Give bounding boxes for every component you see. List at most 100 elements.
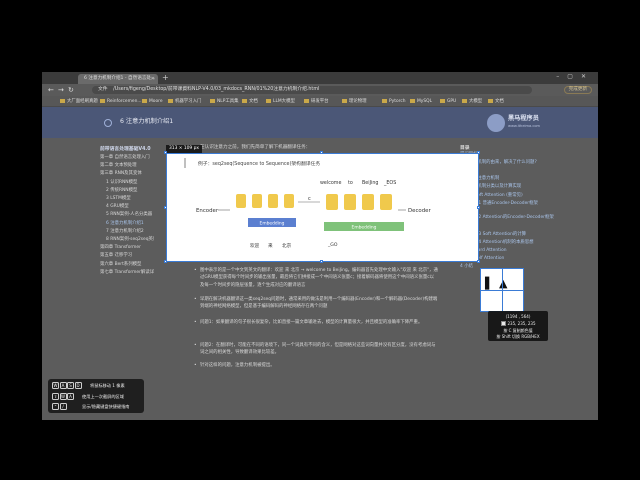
output-token: welcome: [320, 180, 341, 186]
sidebar-item[interactable]: 6 注意力机制介绍1: [106, 220, 144, 226]
decoder-cell: [344, 194, 356, 210]
sidebar-item[interactable]: 第二章 文本预处理: [100, 162, 137, 168]
page-title: 6 注意力机制介绍1: [120, 118, 174, 125]
sidebar-item[interactable]: 7 注意力机制介绍2: [106, 228, 144, 234]
bookmark-label: LLM大模型: [273, 99, 295, 104]
encoder-cell: [268, 194, 278, 208]
key-cap: A: [67, 392, 74, 400]
folder-icon: [142, 99, 147, 103]
bookmark-item[interactable]: 机器学习入门: [168, 96, 201, 107]
resize-handle-t[interactable]: [320, 151, 323, 154]
tab-title: 6 注意力机制介绍1 - 自然语言处...: [84, 76, 156, 81]
bookmark-label: 文档: [495, 99, 504, 104]
sidebar-item[interactable]: 4 GRU模型: [106, 203, 129, 209]
pixel-shift-hint: 按 Shift 切换 RGB/HEX: [496, 334, 540, 339]
toc-item[interactable]: 3 注意力机制分类以及计算实现: [460, 184, 590, 191]
bookmark-item[interactable]: 文档: [242, 96, 258, 107]
bookmark-item[interactable]: Reinforcemen...: [100, 96, 142, 107]
forward-icon[interactable]: →: [58, 84, 64, 96]
close-icon[interactable]: ✕: [151, 74, 155, 84]
output-token: to: [348, 180, 353, 186]
toc-item[interactable]: 3.2 Hard Attention: [466, 248, 590, 255]
sidebar-item[interactable]: 第五章 迁移学习: [100, 252, 132, 258]
bookmark-item[interactable]: GPU: [440, 96, 456, 107]
bookmark-item[interactable]: 理论物理: [342, 96, 367, 107]
resize-handle-b[interactable]: [320, 260, 323, 263]
toc-item[interactable]: 1 注意力机制的由来，解决了什么问题?: [460, 160, 590, 167]
key-cap: A: [59, 382, 67, 389]
shortcut-description: 显示/隐藏键盘快捷键指南: [82, 404, 130, 409]
bookmark-item[interactable]: MySQL: [410, 96, 432, 107]
toc-item[interactable]: 2 什么是注意力机制: [460, 176, 590, 183]
bookmark-item[interactable]: LLM大模型: [266, 96, 295, 107]
pixel-rgb: 235, 235, 235: [507, 321, 536, 326]
folder-icon: [210, 99, 215, 103]
sidebar-item[interactable]: 1 认识RNN模型: [106, 179, 137, 185]
content-bullet: 问题2：在翻译时，可能在不同的语境下，同一个词具有不同的含义，但是网络对这些词向…: [194, 342, 438, 357]
bookmark-item[interactable]: NLP工具集: [210, 96, 239, 107]
toc-item[interactable]: 3.1.1 普通Encoder-Decoder框架: [470, 201, 590, 208]
bookmark-item[interactable]: Pytorch: [382, 96, 406, 107]
bookmark-item[interactable]: 大模型: [462, 96, 482, 107]
new-tab-icon[interactable]: +: [162, 73, 169, 83]
window-controls[interactable]: –▢✕: [556, 73, 594, 80]
address-input[interactable]: 文件 /Users/figeng/Desktop/前带课資料NLP-V4.0/0…: [92, 86, 532, 94]
resize-handle-tl[interactable]: [164, 151, 167, 154]
back-icon[interactable]: ←: [48, 84, 54, 96]
magnifier: ▌ ▲: [480, 268, 524, 312]
shortcut-description: 将鼠标移动 1 像素: [90, 383, 125, 388]
sidebar-item[interactable]: 2 传统RNN模型: [106, 187, 137, 193]
shortcut-guide: W A S D 将鼠标移动 1 像素 ⇧ W A 使用上一次截屏的区域 ⌃ / 显示/隐藏键盘快捷键指…: [48, 379, 144, 413]
bookmark-label: GPU: [447, 99, 457, 104]
resize-handle-br[interactable]: [477, 260, 480, 263]
sidebar-item[interactable]: 5 RNN案例-人名分类器: [106, 211, 152, 217]
sidebar-item[interactable]: 第三章 RNN及其变体: [100, 170, 142, 176]
tab-active[interactable]: 6 注意力机制介绍1 - 自然语言处... ✕: [78, 74, 158, 84]
bookmark-label: MySQL: [417, 99, 433, 104]
update-button[interactable]: 完成更新: [563, 86, 592, 94]
bookmark-item[interactable]: 大厂面经刷真题: [60, 96, 98, 107]
bookmark-item[interactable]: 研发平台: [304, 96, 329, 107]
folder-icon: [440, 99, 445, 103]
context-label: c: [308, 196, 311, 202]
toc-item[interactable]: 3.1.3 Soft Attention的计算: [470, 232, 590, 239]
sidebar-item[interactable]: 第一章 自然语言处理入门: [100, 154, 150, 160]
content-bullet: 早期在解决机器翻译这一类seq2seq问题时，通常采用的做法是利用一个编码器(E…: [194, 296, 438, 311]
selection-size-label: 313 × 109 px: [166, 145, 203, 153]
bookmark-item[interactable]: 文档: [488, 96, 504, 107]
color-swatch: [500, 321, 506, 326]
sidebar-title: 前带语言处理基础V4.0: [100, 147, 151, 152]
sidebar-item[interactable]: 3 LSTM模型: [106, 195, 131, 201]
toc-item[interactable]: 3.1 Soft Attention (重常见): [466, 193, 590, 200]
input-token: 北京: [282, 242, 292, 249]
key-cap: S: [67, 382, 74, 389]
resize-handle-r[interactable]: [477, 206, 480, 209]
url-text: /Users/figeng/Desktop/前带课資料NLP-V4.0/03_m…: [113, 87, 320, 92]
content-bullet: 问题1：如果翻译的句子很长很复杂，比如直接一篇文章输进去，模型的计算量很大，并且…: [194, 319, 438, 327]
input-token: 欢迎: [250, 242, 260, 249]
toc-item[interactable]: 3.1.4 Attention机制的本质思想: [470, 240, 590, 247]
bookmark-label: 理论物理: [349, 99, 367, 104]
reload-icon[interactable]: ↻: [68, 84, 74, 96]
key-cap: W: [59, 392, 67, 400]
sidebar-item[interactable]: 第六章 Bert系列模型: [100, 261, 141, 267]
bookmark-label: 大模型: [469, 99, 483, 104]
resize-handle-bl[interactable]: [164, 260, 167, 263]
toc-item[interactable]: 3.1.2 Attention的Encoder-Decoder框架: [470, 215, 590, 222]
pixel-rgb-row: 235, 235, 235: [488, 321, 548, 326]
key-cap: W: [52, 382, 59, 389]
key-cap: D: [74, 382, 82, 389]
resize-handle-l[interactable]: [164, 206, 167, 209]
crosshair-h: [481, 290, 523, 291]
bookmark-label: Moore: [149, 99, 163, 104]
tab-bar: 6 注意力机制介绍1 - 自然语言处... ✕ + –▢✕: [42, 72, 598, 84]
quote-bar: [184, 158, 186, 168]
seq2seq-diagram: Encoder Embedding 欢迎 来 北京 c Embedding we…: [196, 180, 431, 249]
decoder-label: Decoder: [408, 208, 431, 214]
folder-icon: [382, 99, 387, 103]
resize-handle-tr[interactable]: [477, 151, 480, 154]
sidebar-item[interactable]: 第四章 Transformer: [100, 244, 141, 250]
folder-icon: [304, 99, 309, 103]
toc-item[interactable]: 3.3 Self Attention: [466, 256, 590, 263]
bookmark-item[interactable]: Moore: [142, 96, 163, 107]
